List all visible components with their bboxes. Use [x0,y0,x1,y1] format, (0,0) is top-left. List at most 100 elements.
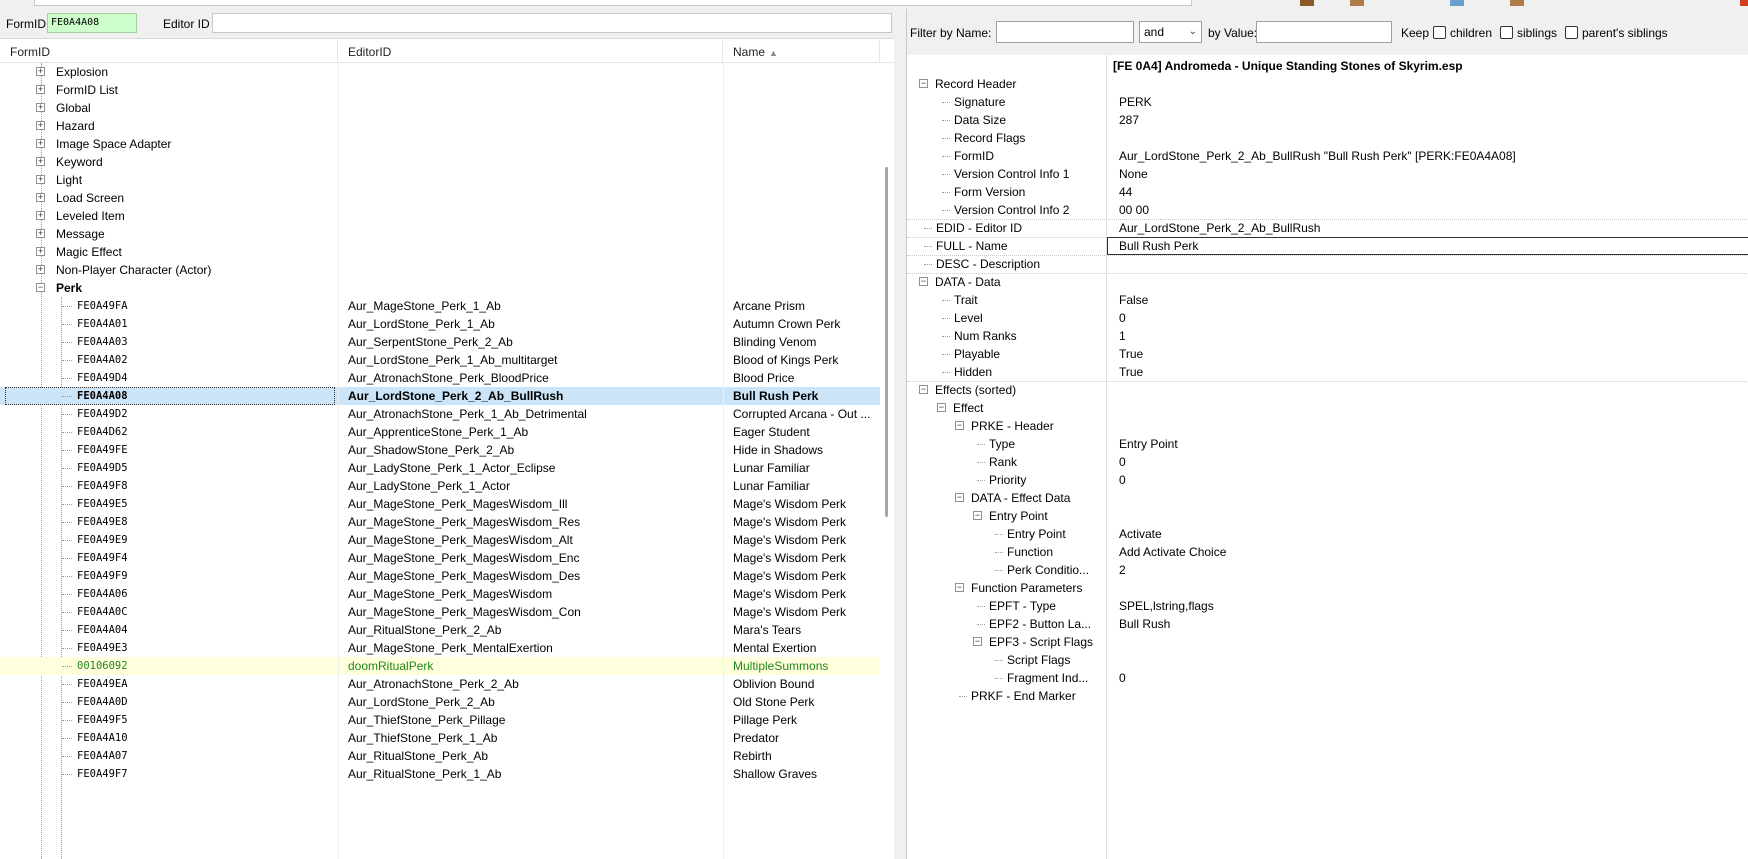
tree-group-perk[interactable]: − Perk [0,279,880,297]
expand-icon[interactable]: + [36,211,45,220]
filter-value-input[interactable] [1256,21,1392,43]
tree-group-image-space-adapter[interactable]: + Image Space Adapter [0,135,880,153]
expand-icon[interactable]: + [36,139,45,148]
toolbar-icon[interactable] [1740,0,1748,6]
record-field-row[interactable]: Priority 0 [907,471,1748,489]
tree-group-explosion[interactable]: + Explosion [0,63,880,81]
book-icon[interactable] [1300,0,1314,6]
collapse-icon[interactable]: − [937,403,946,412]
scrollbar-thumb[interactable] [885,167,888,517]
record-field-row[interactable]: Data Size 287 [907,111,1748,129]
record-field-row[interactable]: FULL - Name Bull Rush Perk [907,237,1748,255]
column-name[interactable]: Name ▲ [723,41,880,63]
table-row[interactable]: FE0A49F5 Aur_ThiefStone_Perk_Pillage Pilla… [0,711,880,729]
record-field-row[interactable]: Num Ranks 1 [907,327,1748,345]
table-row[interactable]: FE0A49E5 Aur_MageStone_Perk_MagesWisdom_I… [0,495,880,513]
tree-group-light[interactable]: + Light [0,171,880,189]
expand-icon[interactable]: + [36,193,45,202]
record-field-row[interactable]: Record Flags [907,129,1748,147]
expand-icon[interactable]: + [36,157,45,166]
table-row[interactable]: FE0A4A10 Aur_ThiefStone_Perk_1_Ab Predator [0,729,880,747]
table-row[interactable]: FE0A49E9 Aur_MageStone_Perk_MagesWisdom_A… [0,531,880,549]
record-field-row[interactable]: − DATA - Effect Data [907,489,1748,507]
expand-icon[interactable]: + [36,103,45,112]
table-row[interactable]: FE0A49FA Aur_MageStone_Perk_1_Ab Arcane Pr… [0,297,880,315]
command-input[interactable] [34,0,1192,6]
collapse-icon[interactable]: − [955,493,964,502]
expand-icon[interactable]: + [36,85,45,94]
toolbar-icon[interactable] [1510,0,1524,6]
collapse-icon[interactable]: − [973,511,982,520]
record-field-row[interactable]: Form Version 44 [907,183,1748,201]
record-field-row[interactable]: Perk Conditio... 2 [907,561,1748,579]
column-editorid[interactable]: EditorID [338,41,723,63]
editorid-input[interactable] [212,13,892,33]
table-row[interactable]: FE0A4A02 Aur_LordStone_Perk_1_Ab_multitar… [0,351,880,369]
keep-siblings-checkbox[interactable] [1500,26,1513,39]
table-row[interactable]: FE0A49E8 Aur_MageStone_Perk_MagesWisdom_R… [0,513,880,531]
column-formid[interactable]: FormID [0,41,338,63]
record-field-row[interactable]: − PRKE - Header [907,417,1748,435]
record-field-row[interactable]: Fragment Ind... 0 [907,669,1748,687]
table-row[interactable]: FE0A49E3 Aur_MageStone_Perk_MentalExertio… [0,639,880,657]
tree-group-formid-list[interactable]: + FormID List [0,81,880,99]
collapse-icon[interactable]: − [955,583,964,592]
table-row[interactable]: FE0A4D62 Aur_ApprenticeStone_Perk_1_Ab Eag… [0,423,880,441]
table-row[interactable]: FE0A4A01 Aur_LordStone_Perk_1_Ab Autumn Cr… [0,315,880,333]
record-field-row[interactable]: − Effects (sorted) [907,381,1748,399]
table-row[interactable]: FE0A4A0C Aur_MageStone_Perk_MagesWisdom_C… [0,603,880,621]
table-row[interactable]: FE0A4A07 Aur_RitualStone_Perk_Ab Rebirth [0,747,880,765]
record-field-row[interactable]: Script Flags [907,651,1748,669]
toolbar-icon[interactable] [1450,0,1464,6]
collapse-icon[interactable]: − [36,283,45,292]
record-field-row[interactable]: Hidden True [907,363,1748,381]
table-row[interactable]: FE0A49EA Aur_AtronachStone_Perk_2_Ab Obliv… [0,675,880,693]
pane-splitter[interactable] [894,9,906,859]
tree-group-keyword[interactable]: + Keyword [0,153,880,171]
tree-group-message[interactable]: + Message [0,225,880,243]
table-row[interactable]: FE0A49FE Aur_ShadowStone_Perk_2_Ab Hide in… [0,441,880,459]
record-field-row[interactable]: EPFT - Type SPEL,lstring,flags [907,597,1748,615]
toolbar-icon[interactable] [1350,0,1364,6]
table-row[interactable]: FE0A49F7 Aur_RitualStone_Perk_1_Ab Shallow… [0,765,880,783]
tree-group-non-player-character-actor[interactable]: + Non-Player Character (Actor) [0,261,880,279]
record-field-row[interactable]: FormID Aur_LordStone_Perk_2_Ab_BullRush "… [907,147,1748,165]
record-field-row[interactable]: − Effect [907,399,1748,417]
record-field-row[interactable]: Rank 0 [907,453,1748,471]
collapse-icon[interactable]: − [955,421,964,430]
record-field-row[interactable]: Function Add Activate Choice [907,543,1748,561]
record-field-row[interactable]: Entry Point Activate [907,525,1748,543]
collapse-icon[interactable]: − [919,79,928,88]
record-field-row[interactable]: − Function Parameters [907,579,1748,597]
table-row[interactable]: FE0A4A04 Aur_RitualStone_Perk_2_Ab Mara's … [0,621,880,639]
filter-name-input[interactable] [996,21,1134,43]
collapse-icon[interactable]: − [919,277,928,286]
table-row[interactable]: FE0A4A06 Aur_MageStone_Perk_MagesWisdom Ma… [0,585,880,603]
record-field-row[interactable]: − Record Header [907,75,1748,93]
record-field-row[interactable]: DESC - Description [907,255,1748,273]
filter-operator-select[interactable]: and ⌄ [1139,21,1202,43]
record-field-row[interactable]: EDID - Editor ID Aur_LordStone_Perk_2_Ab_… [907,219,1748,237]
table-row[interactable]: FE0A49D2 Aur_AtronachStone_Perk_1_Ab_Detr… [0,405,880,423]
collapse-icon[interactable]: − [919,385,928,394]
tree-group-leveled-item[interactable]: + Leveled Item [0,207,880,225]
expand-icon[interactable]: + [36,247,45,256]
table-row[interactable]: FE0A49D5 Aur_LadyStone_Perk_1_Actor_Eclip… [0,459,880,477]
record-field-row[interactable]: PRKF - End Marker [907,687,1748,705]
expand-icon[interactable]: + [36,229,45,238]
keep-children-checkbox[interactable] [1433,26,1446,39]
table-row[interactable]: FE0A49D4 Aur_AtronachStone_Perk_BloodPric… [0,369,880,387]
field-value[interactable]: Bull Rush Perk [1107,237,1748,255]
table-row[interactable]: FE0A49F4 Aur_MageStone_Perk_MagesWisdom_E… [0,549,880,567]
record-field-row[interactable]: Version Control Info 2 00 00 [907,201,1748,219]
record-field-row[interactable]: Type Entry Point [907,435,1748,453]
expand-icon[interactable]: + [36,121,45,130]
table-row[interactable]: 00106092 doomRitualPerk MultipleSummons [0,657,880,675]
table-row[interactable]: FE0A4A03 Aur_SerpentStone_Perk_2_Ab Blindi… [0,333,880,351]
expand-icon[interactable]: + [36,175,45,184]
record-field-row[interactable]: Trait False [907,291,1748,309]
record-field-row[interactable]: Level 0 [907,309,1748,327]
keep-parents-siblings-checkbox[interactable] [1565,26,1578,39]
record-field-row[interactable]: − Entry Point [907,507,1748,525]
record-field-row[interactable]: Version Control Info 1 None [907,165,1748,183]
